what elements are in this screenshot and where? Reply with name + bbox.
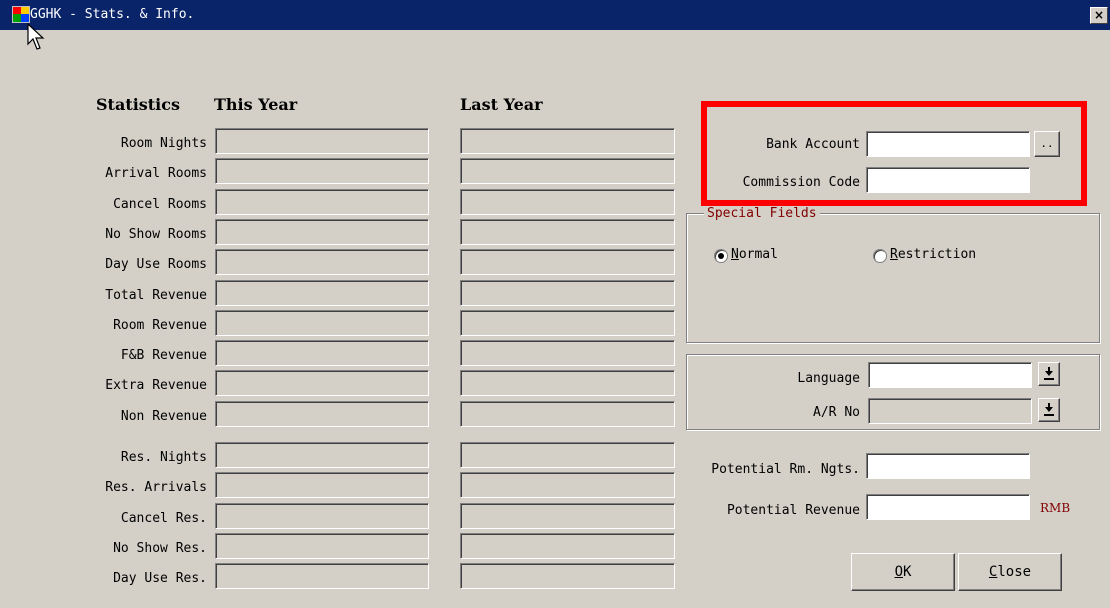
last-year-field[interactable] xyxy=(460,280,675,306)
normal-radio[interactable] xyxy=(714,249,728,263)
close-icon: × xyxy=(1093,8,1105,22)
bank-account-label: Bank Account xyxy=(766,137,860,152)
last-year-field[interactable] xyxy=(460,128,675,154)
ok-button[interactable]: OK xyxy=(851,553,955,591)
language-dropdown[interactable] xyxy=(868,362,1032,388)
this-year-field[interactable] xyxy=(215,472,429,498)
last-year-field[interactable] xyxy=(460,472,675,498)
stat-row-label: Day Use Rooms xyxy=(105,257,207,272)
special-fields-title: Special Fields xyxy=(704,206,820,221)
stat-row-label: Cancel Res. xyxy=(120,511,207,526)
last-year-field[interactable] xyxy=(460,563,675,589)
special-fields-group xyxy=(686,213,1100,343)
last-year-field[interactable] xyxy=(460,503,675,529)
stat-row-label: No Show Res. xyxy=(113,541,207,556)
stat-row-label: F&B Revenue xyxy=(120,348,207,363)
stat-row-label: Room Nights xyxy=(120,136,207,151)
mouse-cursor-icon xyxy=(27,23,45,50)
restriction-radio-label[interactable]: Restriction xyxy=(890,247,976,262)
restriction-radio[interactable] xyxy=(873,249,887,263)
last-year-field[interactable] xyxy=(460,533,675,559)
last-year-field[interactable] xyxy=(460,340,675,366)
bank-account-field[interactable] xyxy=(866,131,1030,157)
language-label: Language xyxy=(797,371,860,386)
potential-rm-ngts-label: Potential Rm. Ngts. xyxy=(711,462,860,477)
radio-selected-dot xyxy=(718,253,724,259)
stat-row-label: Room Revenue xyxy=(113,318,207,333)
potential-revenue-field[interactable] xyxy=(866,494,1030,520)
close-window-button[interactable]: × xyxy=(1090,7,1108,24)
this-year-field[interactable] xyxy=(215,340,429,366)
window-title: GGHK - Stats. & Info. xyxy=(30,7,195,22)
ar-no-dropdown[interactable] xyxy=(868,398,1032,424)
stat-row-label: Res. Nights xyxy=(120,450,207,465)
statistics-header: Statistics xyxy=(96,95,181,114)
stat-row-label: Extra Revenue xyxy=(105,378,207,393)
last-year-field[interactable] xyxy=(460,249,675,275)
commission-code-field[interactable] xyxy=(866,167,1030,193)
last-year-field[interactable] xyxy=(460,442,675,468)
stat-row-label: No Show Rooms xyxy=(105,227,207,242)
this-year-field[interactable] xyxy=(215,310,429,336)
this-year-field[interactable] xyxy=(215,503,429,529)
commission-code-label: Commission Code xyxy=(742,175,860,190)
dropdown-arrow-icon xyxy=(1044,367,1054,380)
potential-revenue-label: Potential Revenue xyxy=(726,503,860,518)
last-year-field[interactable] xyxy=(460,189,675,215)
bank-account-browse-button[interactable]: .. xyxy=(1034,131,1060,157)
this-year-field[interactable] xyxy=(215,442,429,468)
last-year-field[interactable] xyxy=(460,158,675,184)
ar-no-label: A/R No xyxy=(813,405,860,420)
last-year-header: Last Year xyxy=(460,95,543,114)
title-bar: GGHK - Stats. & Info. × xyxy=(0,0,1110,30)
potential-rm-ngts-field[interactable] xyxy=(866,453,1030,479)
this-year-header: This Year xyxy=(214,95,298,114)
last-year-field[interactable] xyxy=(460,370,675,396)
language-dropdown-button[interactable] xyxy=(1038,362,1060,386)
this-year-field[interactable] xyxy=(215,370,429,396)
stat-row-label: Cancel Rooms xyxy=(113,197,207,212)
app-icon xyxy=(12,6,30,23)
stat-row-label: Non Revenue xyxy=(120,409,207,424)
last-year-field[interactable] xyxy=(460,310,675,336)
stat-row-label: Day Use Res. xyxy=(113,571,207,586)
stat-row-label: Res. Arrivals xyxy=(105,480,207,495)
this-year-field[interactable] xyxy=(215,249,429,275)
stat-row-label: Total Revenue xyxy=(105,288,207,303)
this-year-field[interactable] xyxy=(215,533,429,559)
currency-label: RMB xyxy=(1040,501,1071,515)
last-year-field[interactable] xyxy=(460,219,675,245)
this-year-field[interactable] xyxy=(215,158,429,184)
ar-no-dropdown-button[interactable] xyxy=(1038,398,1060,422)
this-year-field[interactable] xyxy=(215,219,429,245)
this-year-field[interactable] xyxy=(215,189,429,215)
this-year-field[interactable] xyxy=(215,563,429,589)
normal-radio-label[interactable]: Normal xyxy=(731,247,778,262)
dropdown-arrow-icon xyxy=(1044,403,1054,416)
stat-row-label: Arrival Rooms xyxy=(105,166,207,181)
close-button[interactable]: Close xyxy=(958,553,1062,591)
this-year-field[interactable] xyxy=(215,401,429,427)
this-year-field[interactable] xyxy=(215,280,429,306)
this-year-field[interactable] xyxy=(215,128,429,154)
last-year-field[interactable] xyxy=(460,401,675,427)
